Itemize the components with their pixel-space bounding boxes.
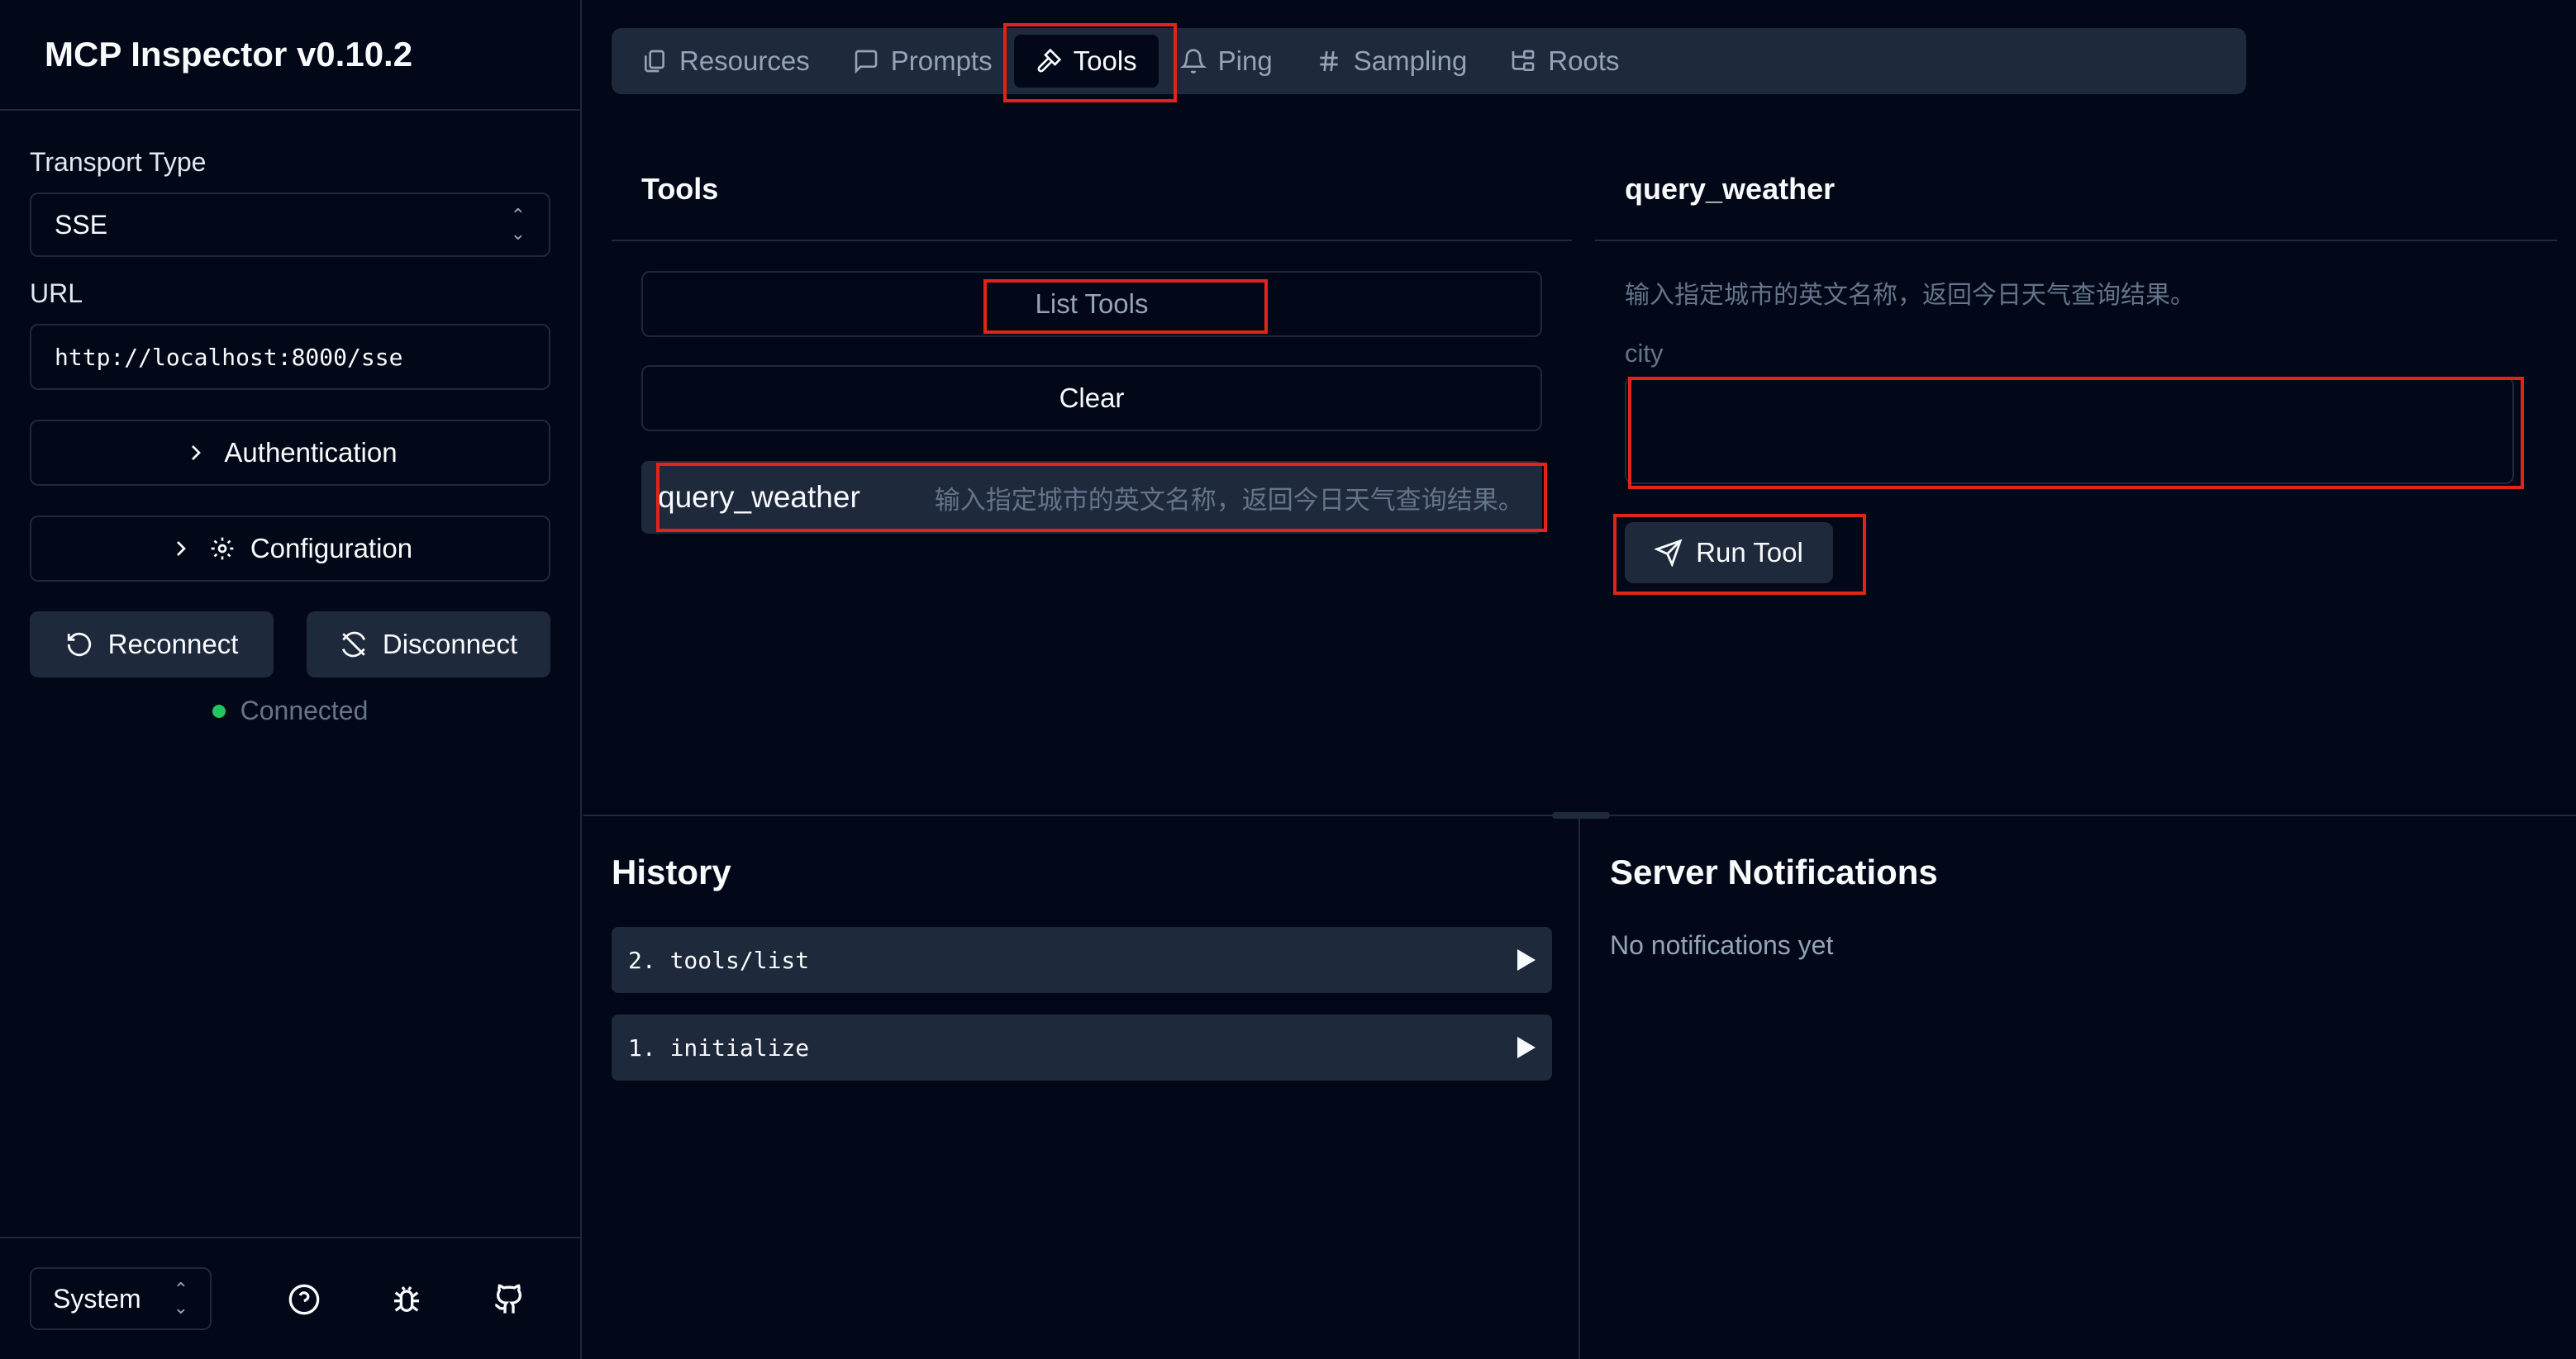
chevron-right-icon — [192, 445, 202, 460]
reconnect-label: Reconnect — [107, 629, 239, 659]
github-icon[interactable] — [493, 1283, 526, 1316]
vertical-divider — [1578, 816, 1580, 1359]
server-notifications-title: Server Notifications — [1610, 853, 1938, 891]
tool-detail-description: 输入指定城市的英文名称，返回今日天气查询结果。 — [1625, 282, 2195, 309]
tab-tools[interactable]: Tools — [1013, 35, 1159, 88]
tab-resources[interactable]: Resources — [620, 35, 831, 88]
history-item[interactable]: 2. tools/list — [612, 927, 1552, 993]
url-value: http://localhost:8000/sse — [55, 343, 403, 371]
send-icon — [1655, 539, 1683, 567]
history-item[interactable]: 1. initialize — [612, 1014, 1552, 1081]
transport-type-select[interactable]: SSE ⌃ ⌄ — [30, 192, 550, 257]
tab-label: Ping — [1217, 45, 1273, 76]
hash-icon — [1320, 50, 1338, 72]
expand-triangle-icon[interactable] — [1517, 1037, 1536, 1058]
history-item-label: 1. initialize — [628, 1034, 810, 1062]
theme-value: System — [53, 1283, 141, 1314]
resize-handle[interactable] — [1552, 812, 1610, 819]
tab-label: Roots — [1548, 45, 1620, 76]
authentication-label: Authentication — [224, 437, 398, 468]
configuration-label: Configuration — [250, 533, 413, 563]
tab-prompts[interactable]: Prompts — [831, 35, 1014, 88]
reconnect-button[interactable]: Reconnect — [30, 611, 274, 677]
mcp-inspector-app: MCP Inspector v0.10.2 Transport Type SSE… — [0, 0, 2576, 1359]
tool-description: 输入指定城市的英文名称，返回今日天气查询结果。 — [934, 485, 1524, 515]
configuration-button[interactable]: Configuration — [30, 516, 550, 582]
tab-label: Prompts — [890, 45, 993, 76]
theme-select[interactable]: System ⌃ ⌄ — [30, 1267, 212, 1330]
tool-name: query_weather — [658, 480, 860, 514]
sidebar: MCP Inspector v0.10.2 Transport Type SSE… — [0, 0, 582, 1359]
tab-sampling[interactable]: Sampling — [1294, 35, 1489, 88]
message-square-icon — [855, 50, 878, 74]
tab-roots[interactable]: Roots — [1488, 35, 1640, 88]
clear-label: Clear — [1059, 383, 1125, 413]
expand-triangle-icon[interactable] — [1517, 949, 1536, 971]
chevron-right-icon — [176, 541, 186, 556]
tab-label: Sampling — [1353, 45, 1468, 76]
files-icon — [645, 50, 664, 73]
connection-status: Connected — [30, 696, 550, 726]
tab-label: Resources — [679, 45, 810, 76]
tools-panel-title: Tools — [641, 172, 719, 206]
history-item-label: 2. tools/list — [628, 946, 810, 974]
folder-tree-icon — [1512, 50, 1535, 71]
tab-ping[interactable]: Ping — [1159, 35, 1294, 88]
tab-label: Tools — [1073, 45, 1137, 76]
tab-bar: Resources Prompts Tools Ping Sampling Ro… — [612, 28, 2246, 94]
disconnect-button[interactable]: Disconnect — [307, 611, 550, 677]
divider — [1595, 240, 2557, 241]
chevrons-up-down-icon: ⌃ ⌄ — [173, 1279, 188, 1318]
help-icon[interactable] — [288, 1283, 321, 1316]
notifications-empty-text: No notifications yet — [1610, 930, 1834, 960]
url-label: URL — [30, 278, 83, 308]
clear-button[interactable]: Clear — [641, 365, 1542, 431]
param-label-city: city — [1625, 339, 1664, 368]
app-title: MCP Inspector v0.10.2 — [45, 35, 413, 74]
list-tools-label: List Tools — [1035, 288, 1149, 319]
list-tools-button[interactable]: List Tools — [641, 271, 1542, 337]
refresh-off-icon — [341, 631, 365, 658]
status-text: Connected — [240, 696, 369, 725]
sidebar-header: MCP Inspector v0.10.2 — [0, 0, 580, 111]
transport-type-value: SSE — [55, 209, 108, 240]
city-param-textarea[interactable] — [1625, 377, 2514, 484]
divider — [612, 240, 1572, 241]
status-dot — [212, 704, 226, 718]
disconnect-label: Disconnect — [382, 629, 518, 659]
run-tool-label: Run Tool — [1696, 537, 1803, 568]
run-tool-button[interactable]: Run Tool — [1625, 522, 1833, 583]
bug-icon[interactable] — [390, 1283, 423, 1316]
sidebar-footer: System ⌃ ⌄ — [0, 1237, 580, 1359]
tool-detail-title: query_weather — [1625, 172, 1836, 206]
gear-icon — [211, 537, 234, 560]
hammer-icon — [1037, 48, 1061, 73]
authentication-button[interactable]: Authentication — [30, 420, 550, 486]
url-input[interactable]: http://localhost:8000/sse — [30, 324, 550, 390]
history-title: History — [612, 853, 731, 891]
tool-list-item[interactable]: query_weather 输入指定城市的英文名称，返回今日天气查询结果。 — [641, 461, 1542, 534]
transport-type-label: Transport Type — [30, 147, 207, 177]
rotate-ccw-icon — [67, 632, 91, 657]
main-panel: Resources Prompts Tools Ping Sampling Ro… — [583, 0, 2576, 1359]
bell-icon — [1179, 49, 1207, 74]
chevrons-up-down-icon: ⌃ ⌄ — [510, 205, 526, 244]
